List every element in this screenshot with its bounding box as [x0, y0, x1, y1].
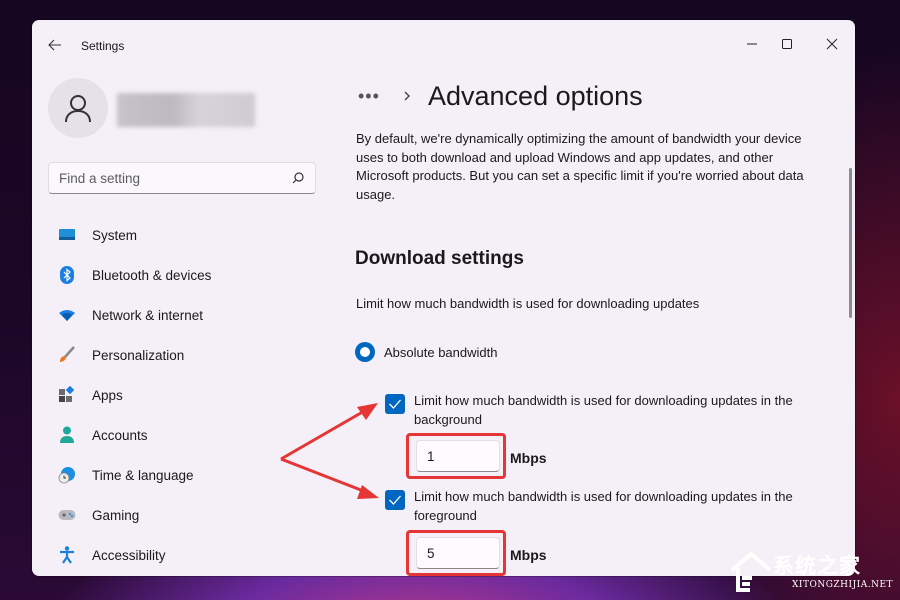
absolute-bandwidth-radio[interactable]: Absolute bandwidth: [355, 342, 497, 362]
sidebar-item-network[interactable]: Network & internet: [48, 295, 318, 335]
person-outline-icon: [65, 95, 91, 123]
settings-window: Settings System: [32, 20, 855, 576]
background-mbps-group: Mbps: [406, 433, 606, 479]
main-content: ••• Advanced options By default, we're d…: [332, 68, 842, 576]
scrollbar[interactable]: [849, 168, 852, 318]
bluetooth-icon: [58, 266, 76, 284]
foreground-mbps-input[interactable]: [416, 537, 500, 569]
sidebar-item-label: Personalization: [92, 347, 185, 363]
sidebar-item-system[interactable]: System: [48, 215, 318, 255]
sidebar-item-gaming[interactable]: Gaming: [48, 495, 318, 535]
gamepad-icon: [58, 506, 76, 524]
nav-list: System Bluetooth & devices Network & int…: [48, 215, 318, 575]
sidebar-item-bluetooth[interactable]: Bluetooth & devices: [48, 255, 318, 295]
foreground-mbps-group: Mbps: [406, 530, 606, 576]
sidebar-item-label: Accessibility: [92, 547, 166, 563]
avatar[interactable]: [48, 78, 108, 138]
search-icon[interactable]: [291, 171, 305, 185]
radio-selected-icon[interactable]: [355, 342, 375, 362]
radio-label: Absolute bandwidth: [384, 344, 498, 360]
sidebar-item-personalization[interactable]: Personalization: [48, 335, 318, 375]
background-limit-checkbox[interactable]: [385, 394, 405, 414]
sidebar-item-apps[interactable]: Apps: [48, 375, 318, 415]
close-button[interactable]: [812, 30, 852, 58]
checkmark-icon: [389, 495, 401, 505]
minimize-button[interactable]: [732, 30, 772, 58]
sidebar-item-label: System: [92, 227, 138, 243]
brush-icon: [58, 346, 76, 364]
username-redacted: [117, 93, 255, 127]
maximize-icon: [782, 39, 792, 49]
watermark-text-en: XITONGZHIJIA.NET: [792, 580, 894, 590]
title-bar: Settings: [32, 20, 855, 68]
checkmark-icon: [389, 399, 401, 409]
chevron-right-icon: [404, 91, 410, 101]
back-button[interactable]: [46, 36, 64, 54]
watermark: 系统之家 XITONGZHIJIA.NET: [728, 548, 898, 598]
watermark-text-cn: 系统之家: [773, 554, 861, 578]
description-text: By default, we're dynamically optimizing…: [356, 131, 804, 202]
app-title: Settings: [81, 39, 125, 53]
sidebar-item-time-language[interactable]: Time & language: [48, 455, 318, 495]
accessibility-icon: [58, 546, 76, 564]
unit-label: Mbps: [510, 547, 547, 563]
checkbox-label: Limit how much bandwidth is used for dow…: [414, 489, 793, 523]
house-logo-icon: [730, 551, 772, 592]
search-box[interactable]: [48, 162, 316, 194]
section-title: Download settings: [355, 248, 524, 269]
sidebar-item-accessibility[interactable]: Accessibility: [48, 535, 318, 575]
system-icon: [58, 226, 76, 244]
sidebar-item-label: Accounts: [92, 427, 148, 443]
limit-label: Limit how much bandwidth is used for dow…: [356, 296, 700, 311]
breadcrumb: ••• Advanced options: [358, 78, 643, 114]
close-icon: [826, 38, 838, 50]
sidebar-item-label: Gaming: [92, 507, 140, 523]
background-mbps-input[interactable]: [416, 440, 500, 472]
apps-icon: [58, 386, 76, 404]
minimize-icon: [747, 43, 757, 45]
breadcrumb-more-button[interactable]: •••: [358, 86, 388, 107]
sidebar: System Bluetooth & devices Network & int…: [32, 68, 332, 576]
unit-label: Mbps: [510, 450, 547, 466]
wifi-icon: [58, 306, 76, 324]
sidebar-item-label: Network & internet: [92, 307, 204, 323]
foreground-limit-checkbox[interactable]: [385, 490, 405, 510]
person-icon: [58, 426, 76, 444]
globe-clock-icon: [58, 466, 76, 484]
search-input[interactable]: [59, 163, 279, 193]
maximize-button[interactable]: [767, 30, 807, 58]
sidebar-item-label: Bluetooth & devices: [92, 267, 212, 283]
arrow-left-icon: [48, 39, 61, 51]
sidebar-item-accounts[interactable]: Accounts: [48, 415, 318, 455]
checkbox-label: Limit how much bandwidth is used for dow…: [414, 393, 793, 427]
page-title: Advanced options: [428, 80, 643, 111]
sidebar-item-label: Apps: [92, 387, 123, 403]
sidebar-item-label: Time & language: [92, 467, 194, 483]
